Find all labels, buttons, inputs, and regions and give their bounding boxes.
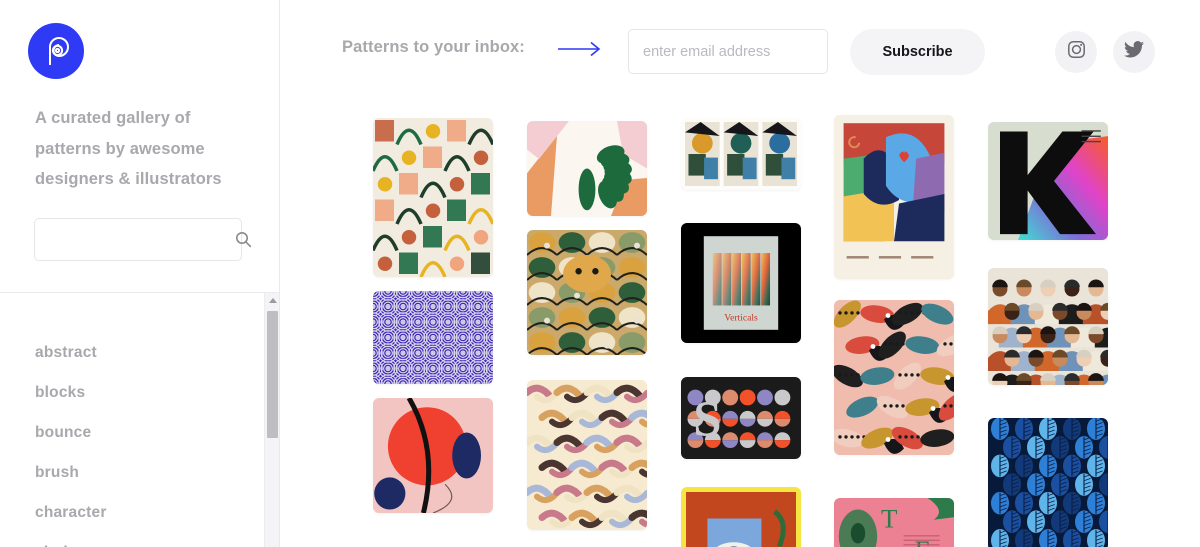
sidebar-tag-blocks[interactable]: blocks xyxy=(0,373,280,413)
sidebar: A curated gallery of patterns by awesome… xyxy=(0,0,280,547)
svg-text:S: S xyxy=(693,391,721,447)
caret-up-icon[interactable] xyxy=(265,293,280,308)
pattern-toucan-banana-tropical[interactable] xyxy=(834,300,954,455)
photo-yellow-frame-orange-blue[interactable] xyxy=(681,487,801,547)
search-icon[interactable] xyxy=(235,231,252,248)
pattern-purple-concentric-circles[interactable] xyxy=(373,291,493,384)
twitter-link[interactable] xyxy=(1113,31,1155,73)
sidebar-tag-brush[interactable]: brush xyxy=(0,453,280,493)
brand-logo[interactable] xyxy=(28,23,84,79)
poster-k-gradient-typography[interactable] xyxy=(988,122,1108,240)
twitter-icon xyxy=(1124,40,1144,64)
svg-text:T: T xyxy=(881,503,897,533)
pattern-red-circle-navy-shapes[interactable] xyxy=(373,398,493,513)
search-input[interactable] xyxy=(35,219,235,260)
app-root: A curated gallery of patterns by awesome… xyxy=(0,0,1200,547)
arrow-right-icon xyxy=(558,41,604,62)
poster-heart-color-blocks[interactable] xyxy=(834,115,954,279)
top-bar: Patterns to your inbox: Subscribe xyxy=(280,0,1200,104)
poster-s-semicircles-black[interactable]: S xyxy=(681,377,801,459)
pattern-pastel-arms-hands[interactable] xyxy=(527,380,647,530)
subscribe-button[interactable]: Subscribe xyxy=(850,29,985,75)
sidebar-tag-abstract[interactable]: abstract xyxy=(0,333,280,373)
sidebar-tag-bounce[interactable]: bounce xyxy=(0,413,280,453)
brand-tagline: A curated gallery of patterns by awesome… xyxy=(35,109,222,188)
pattern-abstract-mugs-arches[interactable] xyxy=(373,118,493,277)
newsletter-label: Patterns to your inbox: xyxy=(342,38,525,56)
sidebar-scrollbar[interactable] xyxy=(264,293,279,547)
main-content: Patterns to your inbox: Subscribe xyxy=(280,0,1200,547)
pattern-ornate-tiger-baroque[interactable] xyxy=(527,230,647,355)
scrollbar-thumb[interactable] xyxy=(267,311,278,438)
pattern-green-leaf-cutout[interactable] xyxy=(527,121,647,216)
pattern-abstract-poster-triptych[interactable] xyxy=(681,118,801,190)
sidebar-tag-character[interactable]: character xyxy=(0,493,280,533)
poster-verticals-black[interactable]: Verticals xyxy=(681,223,801,343)
svg-text:Verticals: Verticals xyxy=(724,312,758,323)
spiral-p-logo-icon xyxy=(39,34,73,68)
pattern-blue-leaves[interactable] xyxy=(988,418,1108,547)
tag-list: abstractblocksbouncebrushcharactercircle… xyxy=(0,293,280,547)
instagram-link[interactable] xyxy=(1055,31,1097,73)
illustration-diverse-crowd[interactable] xyxy=(988,268,1108,385)
pattern-gallery: Verticals S TE xyxy=(280,104,1200,547)
sidebar-tag-circles[interactable]: circles xyxy=(0,533,280,547)
search-box[interactable] xyxy=(34,218,252,261)
instagram-icon xyxy=(1067,40,1086,64)
email-input[interactable] xyxy=(628,29,828,74)
poster-pink-green-typography[interactable]: TE xyxy=(834,498,954,547)
